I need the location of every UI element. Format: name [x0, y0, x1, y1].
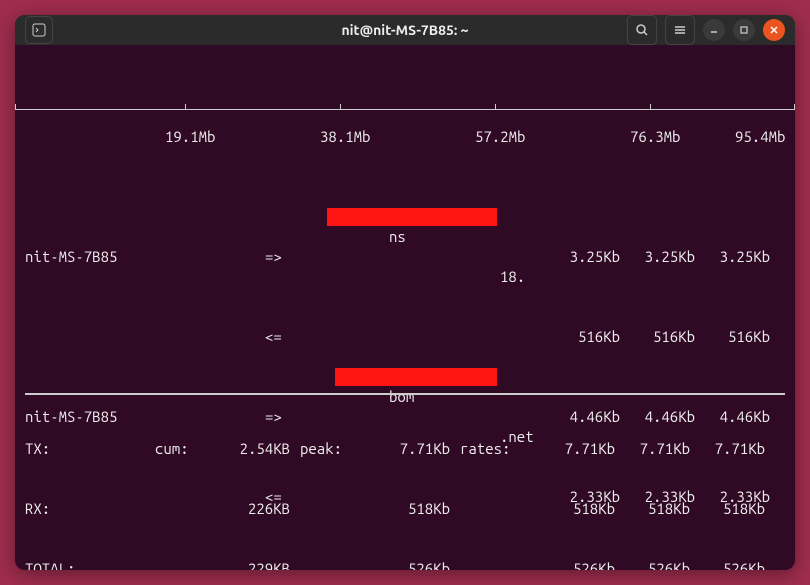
arrow-out: =>	[265, 247, 305, 267]
close-button[interactable]	[763, 19, 785, 41]
rate-2s: 516Kb	[545, 327, 620, 347]
src-host: nit-MS-7B85	[25, 247, 265, 267]
hamburger-icon	[673, 23, 687, 37]
close-icon	[769, 25, 779, 35]
rx-rate-40s: 518Kb	[690, 499, 765, 519]
rate-2s: 3.25Kb	[545, 247, 620, 267]
redacted-block	[327, 208, 497, 226]
rx-peak: 518Kb	[370, 499, 450, 519]
footer-divider	[25, 393, 785, 395]
peak-label: peak:	[290, 439, 370, 459]
total-rate-10s: 526Kb	[615, 559, 690, 570]
tx-rate-2s: 7.71Kb	[540, 439, 615, 459]
titlebar: nit@nit-MS-7B85: ~	[15, 15, 795, 45]
dst-host: ns 18.	[305, 207, 545, 307]
total-peak: 526Kb	[370, 559, 450, 570]
summary-footer: TX: cum: 2.54KB peak: 7.71Kb rates: 7.71…	[25, 353, 785, 570]
rate-10s: 516Kb	[620, 327, 695, 347]
scale-tick-label: 19.1Mb	[165, 127, 215, 147]
new-tab-button[interactable]	[25, 16, 53, 44]
summary-row-total: TOTAL: 229KB 526Kb 526Kb 526Kb 526Kb	[25, 559, 785, 570]
scale-tick-label: 95.4Mb	[735, 127, 785, 147]
terminal-window: nit@nit-MS-7B85: ~	[15, 15, 795, 570]
summary-row-tx: TX: cum: 2.54KB peak: 7.71Kb rates: 7.71…	[25, 439, 785, 459]
tx-label: TX:	[25, 439, 155, 459]
menu-button[interactable]	[665, 15, 695, 45]
minimize-button[interactable]	[703, 19, 725, 41]
connection-row: nit-MS-7B85 => ns 18. 3.25Kb 3.25Kb 3.25…	[15, 247, 795, 267]
tx-rate-10s: 7.71Kb	[615, 439, 690, 459]
rx-label: RX:	[25, 499, 155, 519]
tx-rate-40s: 7.71Kb	[690, 439, 765, 459]
total-rate-2s: 526Kb	[540, 559, 615, 570]
summary-row-rx: RX: 226KB 518Kb 518Kb 518Kb 518Kb	[25, 499, 785, 519]
minimize-icon	[709, 25, 719, 35]
maximize-button[interactable]	[733, 19, 755, 41]
search-icon	[635, 23, 649, 37]
rate-40s: 3.25Kb	[695, 247, 770, 267]
total-cum: 229KB	[210, 559, 290, 570]
rx-cum: 226KB	[210, 499, 290, 519]
terminal-body[interactable]: 19.1Mb 38.1Mb 57.2Mb 76.3Mb 95.4Mb nit-M…	[15, 45, 795, 570]
total-label: TOTAL:	[25, 559, 155, 570]
bandwidth-scale: 19.1Mb 38.1Mb 57.2Mb 76.3Mb 95.4Mb	[15, 85, 795, 119]
total-rate-40s: 526Kb	[690, 559, 765, 570]
arrow-in: <=	[265, 327, 305, 347]
cum-label: cum:	[155, 439, 210, 459]
scale-tick-label: 57.2Mb	[475, 127, 525, 147]
rates-label: rates:	[450, 439, 540, 459]
rx-rate-10s: 518Kb	[615, 499, 690, 519]
rx-rate-2s: 518Kb	[540, 499, 615, 519]
connection-row: <= 516Kb 516Kb 516Kb	[15, 327, 795, 347]
search-button[interactable]	[627, 15, 657, 45]
tx-cum: 2.54KB	[210, 439, 290, 459]
rate-40s: 516Kb	[695, 327, 770, 347]
rate-10s: 3.25Kb	[620, 247, 695, 267]
tx-peak: 7.71Kb	[370, 439, 450, 459]
scale-tick-label: 76.3Mb	[630, 127, 680, 147]
maximize-icon	[739, 25, 749, 35]
scale-tick-label: 38.1Mb	[320, 127, 370, 147]
terminal-icon	[32, 23, 46, 37]
